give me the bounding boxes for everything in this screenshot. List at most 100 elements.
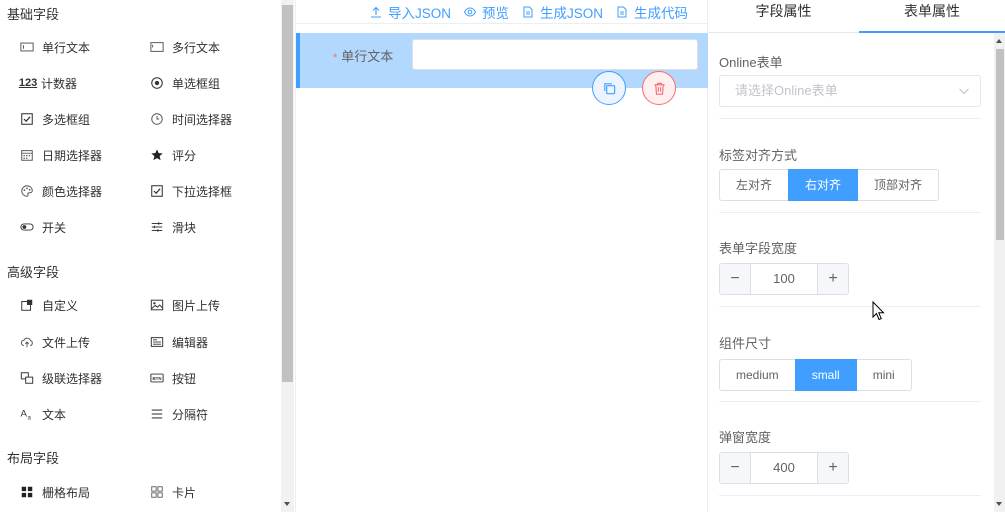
palette-scrollbar-thumb[interactable]: [282, 5, 293, 382]
palette-item-select[interactable]: 下拉选择框: [149, 181, 232, 201]
copy-item-button[interactable]: [592, 71, 626, 105]
section-field-width: 表单字段宽度 − 100 +: [719, 213, 981, 307]
document-icon: [617, 6, 627, 17]
form-item-label-text: 单行文本: [341, 49, 394, 64]
palette-item-input[interactable]: 单行文本: [19, 37, 90, 57]
properties-scrollbar-thumb[interactable]: [996, 49, 1004, 240]
input-icon: [19, 39, 35, 55]
dialog-width-increment[interactable]: +: [817, 453, 848, 483]
palette-list: 基础字段 单行文本 多行文本 123 计数器 单选框组 多选框组 时间选择器 日…: [0, 0, 280, 512]
palette-item-label: 滑块: [172, 220, 197, 235]
palette-item-rate[interactable]: 评分: [149, 145, 196, 165]
svg-text:A: A: [20, 409, 27, 420]
scroll-up-arrow-icon[interactable]: [996, 39, 1002, 43]
palette-item-time[interactable]: 时间选择器: [149, 109, 232, 129]
dialog-width-stepper: − 400 +: [719, 452, 849, 484]
image-icon: [149, 297, 165, 313]
checkbox-icon: [19, 111, 35, 127]
section-online-form: Online表单 请选择Online表单: [719, 34, 981, 119]
palette-item-slider[interactable]: 滑块: [149, 217, 196, 237]
palette-item-grid[interactable]: 栅格布局: [19, 482, 90, 502]
online-form-placeholder: 请选择Online表单: [735, 83, 838, 98]
chevron-down-icon: [959, 88, 969, 95]
copy-icon: [603, 82, 615, 94]
palette-item-card[interactable]: 卡片: [149, 482, 196, 502]
palette-item-custom[interactable]: 自定义: [19, 295, 78, 315]
palette-scrollbar[interactable]: [281, 0, 294, 512]
palette-item-cascader[interactable]: 级联选择器: [19, 368, 102, 388]
field-width-value[interactable]: 100: [751, 264, 817, 294]
section-component-size: 组件尺寸 medium small mini: [719, 307, 981, 402]
dialog-width-value[interactable]: 400: [751, 453, 817, 483]
palette-item-switch[interactable]: 开关: [19, 217, 66, 237]
palette-item-file[interactable]: 文件上传: [19, 332, 90, 352]
group-title-basic: 基础字段: [7, 7, 60, 22]
palette-item-editor[interactable]: 编辑器: [149, 332, 208, 352]
field-width-stepper: − 100 +: [719, 263, 849, 295]
single-text-input[interactable]: [412, 39, 698, 70]
active-tab-indicator: [859, 31, 1005, 33]
size-mini-option[interactable]: mini: [855, 359, 912, 391]
custom-icon: [19, 297, 35, 313]
preview-button[interactable]: 预览: [463, 2, 509, 22]
form-properties: Online表单 请选择Online表单 标签对齐方式 左对齐 右对齐 顶部对齐…: [719, 34, 981, 512]
palette-item-textarea[interactable]: 多行文本: [149, 37, 220, 57]
palette-item-text[interactable]: Aa 文本: [19, 404, 66, 424]
label-align-label: 标签对齐方式: [719, 148, 798, 163]
dialog-width-decrement[interactable]: −: [720, 453, 751, 483]
clock-icon: [149, 111, 165, 127]
document-icon: [523, 6, 533, 17]
size-small-option[interactable]: small: [794, 359, 857, 391]
label-align-group: 左对齐 右对齐 顶部对齐: [719, 169, 940, 201]
palette-item-label: 评分: [172, 148, 197, 163]
field-width-increment[interactable]: +: [817, 264, 848, 294]
text-icon: Aa: [19, 406, 35, 422]
properties-scrollbar[interactable]: [994, 33, 1005, 512]
palette-item-button[interactable]: BTN 按钮: [149, 368, 196, 388]
group-title-layout: 布局字段: [7, 451, 60, 466]
palette-item-number[interactable]: 123 计数器: [19, 73, 77, 93]
delete-item-button[interactable]: [642, 71, 676, 105]
divider-icon: [149, 406, 165, 422]
palette-item-checkbox[interactable]: 多选框组: [19, 109, 90, 129]
import-json-label: 导入JSON: [387, 5, 451, 21]
mouse-cursor-icon: [872, 301, 885, 321]
palette-item-label: 多选框组: [42, 112, 91, 127]
scroll-down-arrow-icon[interactable]: [284, 502, 290, 506]
palette-item-label: 单行文本: [42, 40, 91, 55]
field-width-decrement[interactable]: −: [720, 264, 751, 294]
generate-json-label: 生成JSON: [539, 5, 603, 21]
generate-code-label: 生成代码: [634, 5, 688, 21]
palette-item-radio[interactable]: 单选框组: [149, 73, 220, 93]
align-left-option[interactable]: 左对齐: [719, 169, 790, 201]
palette-icon: [19, 183, 35, 199]
scroll-down-arrow-icon[interactable]: [996, 502, 1002, 506]
size-medium-option[interactable]: medium: [719, 359, 796, 391]
dialog-width-label: 弹窗宽度: [719, 430, 772, 445]
number-icon: 123: [18, 77, 38, 89]
palette-item-label: 文本: [42, 407, 67, 422]
palette-item-color[interactable]: 颜色选择器: [19, 181, 102, 201]
star-icon: [149, 147, 165, 163]
palette-item-label: 单选框组: [172, 76, 221, 91]
button-icon: BTN: [149, 370, 165, 386]
generate-json-button[interactable]: 生成JSON: [522, 2, 603, 22]
palette-item-image[interactable]: 图片上传: [149, 295, 220, 315]
radio-icon: [149, 75, 165, 91]
trash-icon: [653, 82, 665, 95]
switch-icon: [19, 219, 35, 235]
drop-area[interactable]: * 单行文本: [296, 33, 708, 512]
palette-item-divider[interactable]: 分隔符: [149, 404, 208, 424]
tab-field-properties[interactable]: 字段属性: [708, 0, 859, 33]
align-top-option[interactable]: 顶部对齐: [857, 169, 940, 201]
palette-item-date[interactable]: 日期选择器: [19, 145, 102, 165]
online-form-select[interactable]: 请选择Online表单: [719, 75, 981, 107]
generate-code-button[interactable]: 生成代码: [616, 2, 688, 22]
cascader-icon: [19, 370, 35, 386]
tab-form-properties[interactable]: 表单属性: [859, 0, 1005, 33]
align-right-option[interactable]: 右对齐: [788, 169, 859, 201]
field-width-label: 表单字段宽度: [719, 241, 798, 256]
palette-item-label: 开关: [42, 220, 67, 235]
import-json-button[interactable]: 导入JSON: [370, 2, 451, 22]
palette-item-label: 级联选择器: [42, 371, 103, 386]
